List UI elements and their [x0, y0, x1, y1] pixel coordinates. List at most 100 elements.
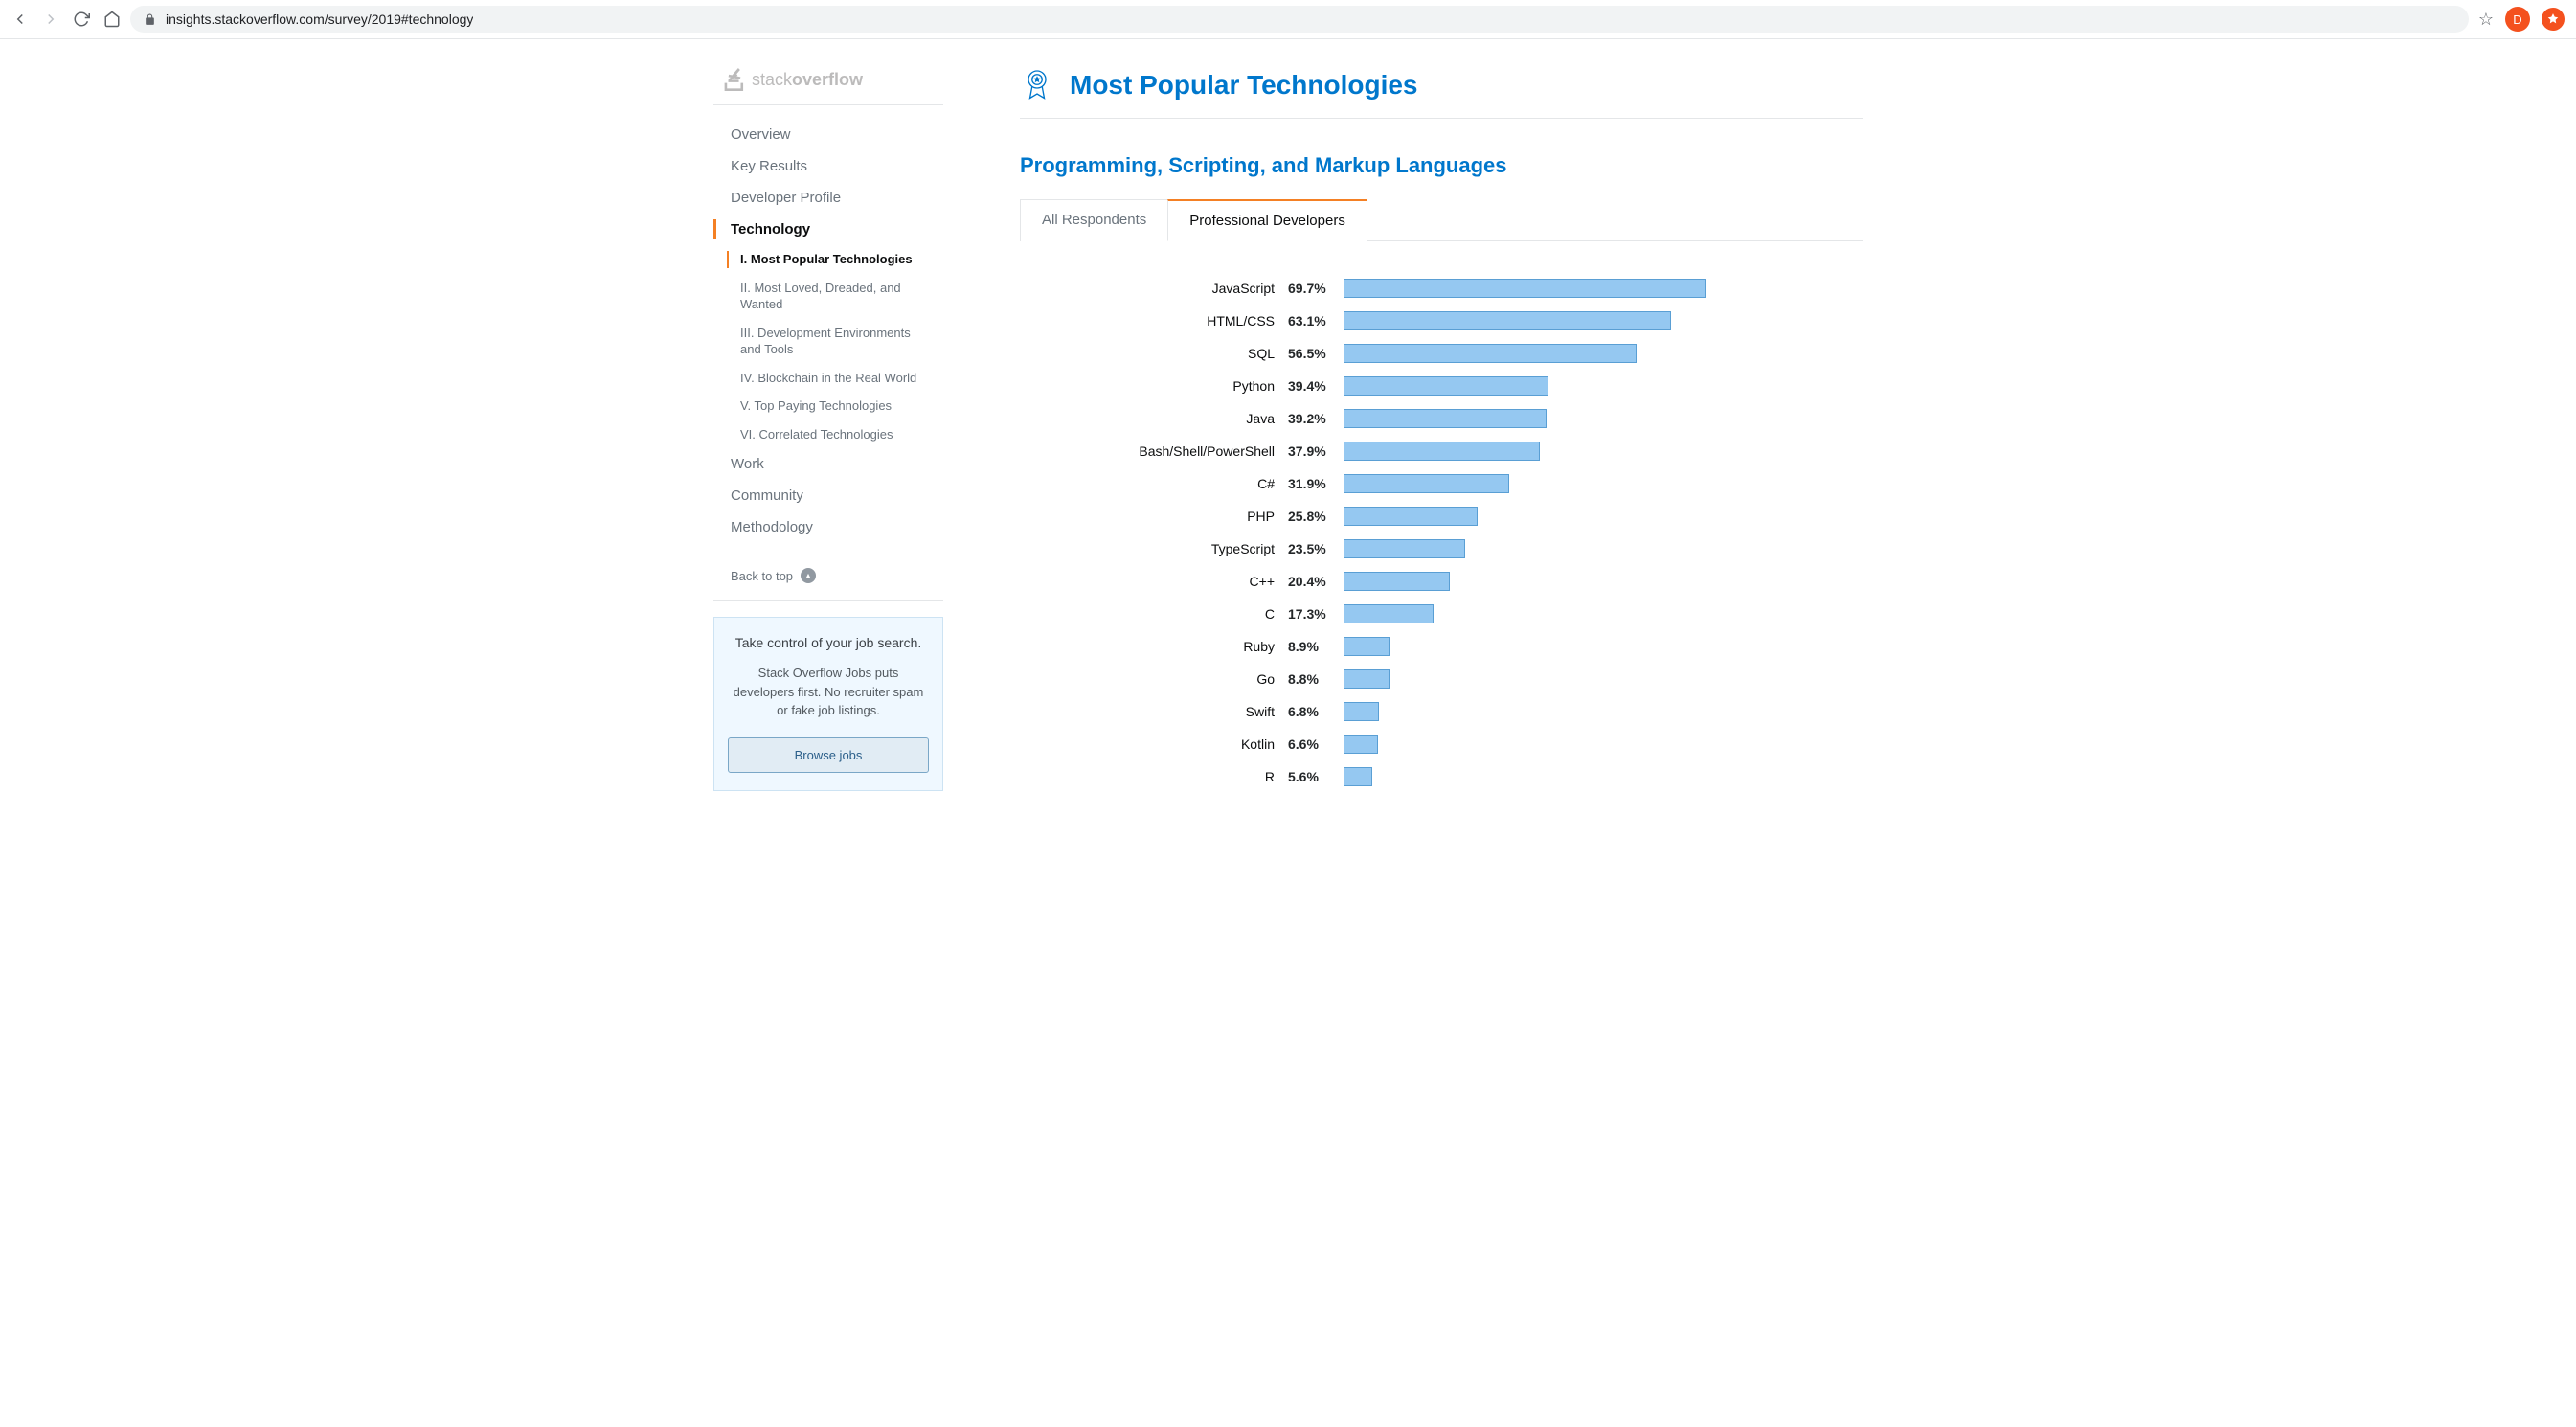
chart-category-label: Python [1020, 378, 1288, 394]
chart-category-label: TypeScript [1020, 541, 1288, 556]
profile-avatar[interactable]: D [2505, 7, 2530, 32]
extension-badge-icon[interactable] [2542, 8, 2565, 31]
chart-row: Bash/Shell/PowerShell37.9% [1020, 435, 1863, 467]
chart-value-label: 56.5% [1288, 346, 1344, 361]
tab-all-respondents[interactable]: All Respondents [1020, 199, 1167, 241]
chart-row: C++20.4% [1020, 565, 1863, 598]
chart-category-label: Kotlin [1020, 736, 1288, 752]
address-bar[interactable]: insights.stackoverflow.com/survey/2019#t… [130, 6, 2469, 33]
forward-icon [42, 11, 59, 28]
chart-value-label: 23.5% [1288, 541, 1344, 556]
chart-bar-track [1344, 539, 1863, 558]
sidebar-subitem-dev-environments[interactable]: III. Development Environments and Tools [727, 319, 943, 364]
chart-category-label: C++ [1020, 574, 1288, 589]
chart-value-label: 25.8% [1288, 509, 1344, 524]
sidebar-subitem-top-paying[interactable]: V. Top Paying Technologies [727, 392, 943, 420]
chart-category-label: Swift [1020, 704, 1288, 719]
chart-bar-track [1344, 604, 1863, 623]
chart-row: C17.3% [1020, 598, 1863, 630]
chart-bar [1344, 409, 1547, 428]
chart-bar [1344, 507, 1478, 526]
chart-category-label: Bash/Shell/PowerShell [1020, 443, 1288, 459]
chart-category-label: C [1020, 606, 1288, 622]
chart-bar [1344, 344, 1637, 363]
section-title: Most Popular Technologies [1070, 70, 1418, 101]
chart-title: Programming, Scripting, and Markup Langu… [1020, 153, 1863, 178]
chart-row: Ruby8.9% [1020, 630, 1863, 663]
chart-value-label: 6.6% [1288, 736, 1344, 752]
chart-row: C#31.9% [1020, 467, 1863, 500]
sidebar-item-methodology[interactable]: Methodology [713, 511, 943, 543]
chart-bar-track [1344, 376, 1863, 396]
chart-bar [1344, 767, 1372, 786]
chart-row: TypeScript23.5% [1020, 532, 1863, 565]
chart-bar-track [1344, 279, 1863, 298]
chart-category-label: Java [1020, 411, 1288, 426]
logo-text-stack: stack [752, 70, 792, 89]
sidebar-item-technology[interactable]: Technology [713, 214, 943, 245]
chart-bar-track [1344, 442, 1863, 461]
back-to-top-link[interactable]: Back to top ▴ [713, 560, 943, 591]
chart-value-label: 63.1% [1288, 313, 1344, 328]
stackoverflow-icon [723, 68, 746, 91]
chart-value-label: 6.8% [1288, 704, 1344, 719]
chart-value-label: 20.4% [1288, 574, 1344, 589]
chart-bar [1344, 376, 1548, 396]
chart-bar-track [1344, 735, 1863, 754]
chart-bar-track [1344, 474, 1863, 493]
divider [713, 104, 943, 105]
sidebar-subitem-correlated[interactable]: VI. Correlated Technologies [727, 420, 943, 449]
chart-bar-track [1344, 507, 1863, 526]
sidebar-subitem-blockchain[interactable]: IV. Blockchain in the Real World [727, 364, 943, 393]
chart-category-label: C# [1020, 476, 1288, 491]
jobs-card-title: Take control of your job search. [728, 635, 929, 650]
lock-icon [144, 13, 156, 26]
chevron-up-icon: ▴ [801, 568, 816, 583]
chart-bar [1344, 539, 1465, 558]
chart-bar-track [1344, 669, 1863, 689]
chart-row: Swift6.8% [1020, 695, 1863, 728]
reload-icon[interactable] [73, 11, 90, 28]
chart-bar [1344, 474, 1509, 493]
chart-bar [1344, 442, 1540, 461]
chart-bar [1344, 279, 1706, 298]
browse-jobs-button[interactable]: Browse jobs [728, 737, 929, 773]
jobs-card-description: Stack Overflow Jobs puts developers firs… [728, 664, 929, 720]
chart-category-label: SQL [1020, 346, 1288, 361]
sidebar-item-overview[interactable]: Overview [713, 119, 943, 150]
chart-row: SQL56.5% [1020, 337, 1863, 370]
chart-row: Go8.8% [1020, 663, 1863, 695]
sidebar-item-community[interactable]: Community [713, 480, 943, 511]
chart-row: R5.6% [1020, 760, 1863, 793]
chart-bar [1344, 572, 1450, 591]
sidebar-subitem-loved-dreaded[interactable]: II. Most Loved, Dreaded, and Wanted [727, 274, 943, 319]
chart-value-label: 31.9% [1288, 476, 1344, 491]
sidebar-item-developer-profile[interactable]: Developer Profile [713, 182, 943, 214]
chart-row: Kotlin6.6% [1020, 728, 1863, 760]
divider [713, 600, 943, 601]
browser-toolbar: insights.stackoverflow.com/survey/2019#t… [0, 0, 2576, 39]
chart-bar-track [1344, 409, 1863, 428]
bookmark-star-icon[interactable]: ☆ [2478, 10, 2494, 30]
sidebar: stackoverflow Overview Key Results Devel… [713, 39, 943, 793]
chart-bar [1344, 637, 1390, 656]
ribbon-award-icon [1020, 68, 1054, 102]
chart-category-label: JavaScript [1020, 281, 1288, 296]
back-icon[interactable] [11, 11, 29, 28]
chart-row: Java39.2% [1020, 402, 1863, 435]
sidebar-item-key-results[interactable]: Key Results [713, 150, 943, 182]
sidebar-subitem-most-popular[interactable]: I. Most Popular Technologies [727, 245, 943, 274]
chart-bar-track [1344, 572, 1863, 591]
chart-bar-track [1344, 702, 1863, 721]
chart-value-label: 8.9% [1288, 639, 1344, 654]
back-to-top-label: Back to top [731, 569, 793, 583]
jobs-promo-card: Take control of your job search. Stack O… [713, 617, 943, 791]
chart-value-label: 39.2% [1288, 411, 1344, 426]
chart-value-label: 37.9% [1288, 443, 1344, 459]
tab-professional-developers[interactable]: Professional Developers [1167, 199, 1367, 241]
chart-value-label: 39.4% [1288, 378, 1344, 394]
home-icon[interactable] [103, 11, 121, 28]
stackoverflow-logo[interactable]: stackoverflow [713, 68, 943, 91]
chart-bar [1344, 669, 1390, 689]
sidebar-item-work[interactable]: Work [713, 448, 943, 480]
